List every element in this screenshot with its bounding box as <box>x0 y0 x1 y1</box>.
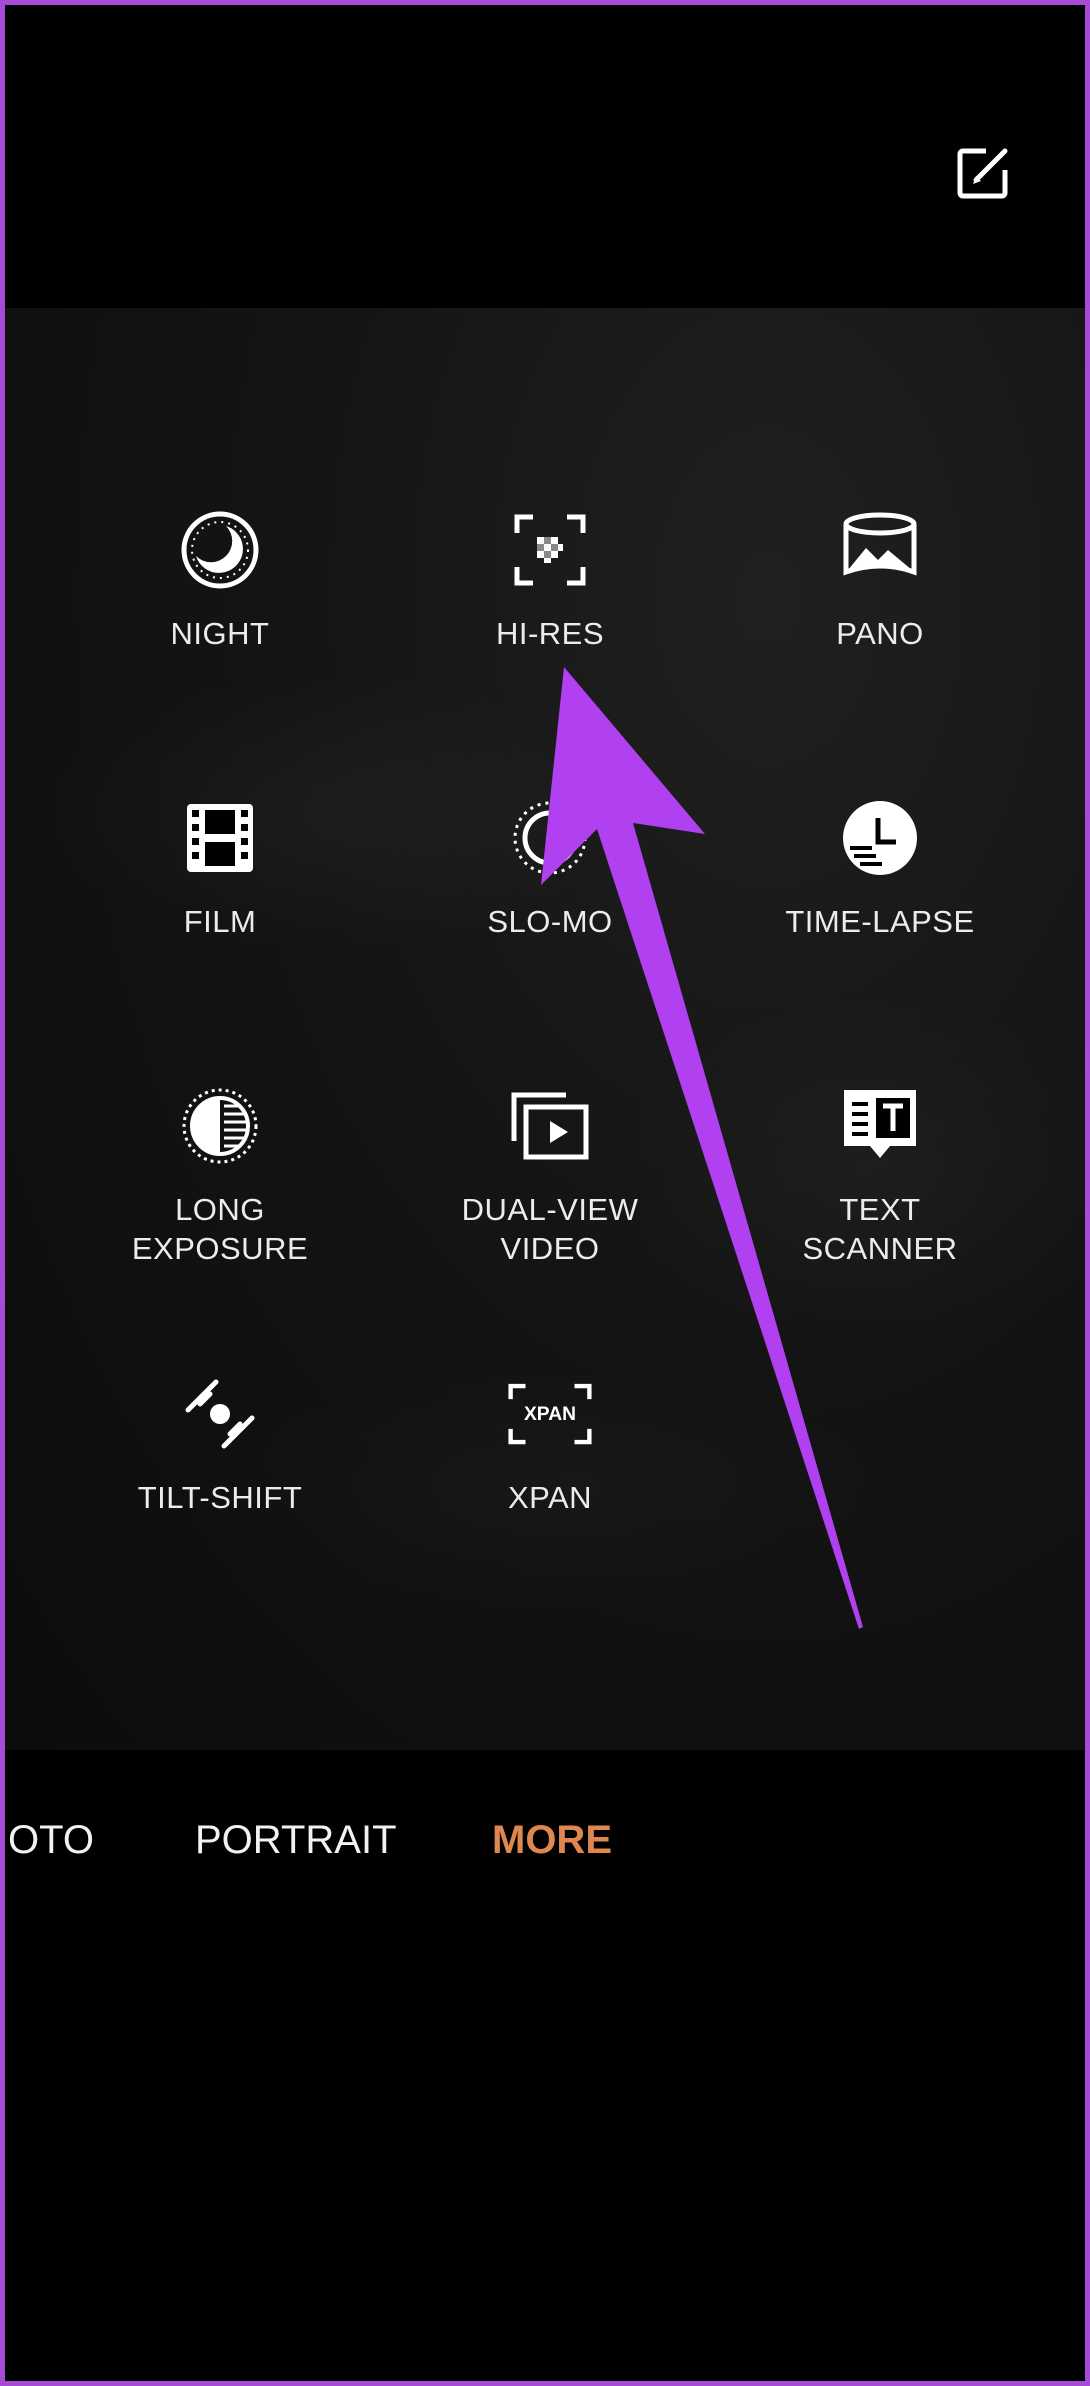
edit-modes-button[interactable] <box>953 143 1013 203</box>
mode-time-lapse[interactable]: TIME-LAPSE <box>730 796 1030 941</box>
camera-screen: NIGHT HI-RES PANO FILM SLO-MO TIME-LAPSE… <box>0 0 1090 2386</box>
mode-label: TILT-SHIFT <box>137 1480 303 1515</box>
mode-label: NIGHT <box>170 616 270 651</box>
mode-tilt-shift[interactable]: TILT-SHIFT <box>70 1372 370 1517</box>
pano-landscape-icon <box>838 508 922 592</box>
dual-view-video-icon <box>508 1084 592 1168</box>
mode-label: FILM <box>183 904 257 939</box>
mode-night[interactable]: NIGHT <box>70 508 370 653</box>
film-strip-icon <box>178 796 262 880</box>
mode-long-exposure[interactable]: LONG EXPOSURE <box>70 1084 370 1268</box>
hi-res-grid-icon <box>508 508 592 592</box>
tab-portrait[interactable]: PORTRAIT <box>195 1805 397 1875</box>
mode-label: SLO-MO <box>487 904 613 939</box>
edit-square-icon <box>957 148 1008 199</box>
slo-mo-dial-icon <box>508 796 592 880</box>
xpan-icon: XPAN <box>508 1372 592 1456</box>
xpan-icon-text: XPAN <box>524 1404 576 1425</box>
tilt-shift-icon <box>178 1372 262 1456</box>
mode-pano[interactable]: PANO <box>730 508 1030 653</box>
mode-dual-view-video[interactable]: DUAL-VIEW VIDEO <box>400 1084 700 1268</box>
mode-xpan[interactable]: XPAN XPAN <box>400 1372 700 1517</box>
mode-text-scanner[interactable]: TEXT SCANNER <box>730 1084 1030 1268</box>
mode-label: XPAN <box>507 1480 593 1515</box>
mode-label: PANO <box>836 616 924 651</box>
tab-photo[interactable]: OTO <box>8 1805 94 1875</box>
mode-film[interactable]: FILM <box>70 796 370 941</box>
mode-label: DUAL-VIEW VIDEO <box>461 1192 639 1266</box>
mode-label: LONG EXPOSURE <box>131 1192 309 1266</box>
more-modes-panel: NIGHT HI-RES PANO FILM SLO-MO TIME-LAPSE… <box>5 308 1085 1750</box>
night-moon-icon <box>178 508 262 592</box>
mode-label: TIME-LAPSE <box>785 904 975 939</box>
mode-label: HI-RES <box>495 616 605 651</box>
text-scanner-icon <box>838 1084 922 1168</box>
camera-mode-tabs: OTO PORTRAIT MORE <box>5 1805 1085 1875</box>
mode-label: TEXT SCANNER <box>802 1192 958 1266</box>
long-exposure-icon <box>178 1084 262 1168</box>
time-lapse-clock-icon <box>838 796 922 880</box>
mode-slo-mo[interactable]: SLO-MO <box>400 796 700 941</box>
tab-more[interactable]: MORE <box>492 1805 612 1875</box>
mode-hi-res[interactable]: HI-RES <box>400 508 700 653</box>
